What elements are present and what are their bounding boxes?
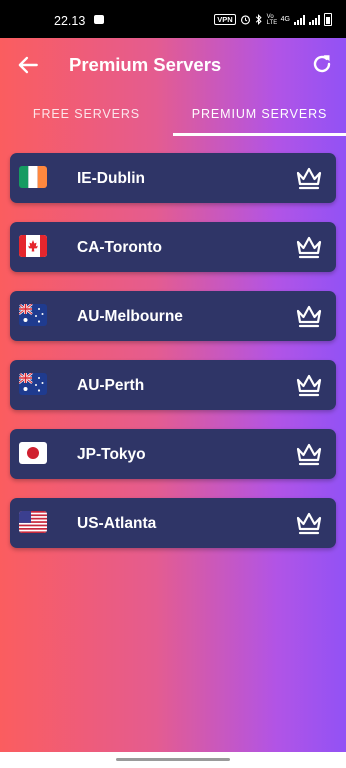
status-time: 22.13 [54, 14, 86, 28]
signal-icon [294, 14, 305, 25]
server-item-us-atlanta[interactable]: US-Atlanta [10, 498, 336, 548]
network-label: Vo LTE [266, 13, 278, 26]
app-bar: Premium Servers [0, 38, 346, 92]
server-item-au-perth[interactable]: AU-Perth [10, 360, 336, 410]
crown-icon [296, 374, 322, 397]
notification-icon [94, 15, 104, 24]
crown-icon [296, 443, 322, 466]
home-gesture-handle[interactable] [116, 758, 230, 761]
japan-flag-icon [19, 442, 47, 464]
canada-flag-icon [19, 235, 47, 257]
arrow-left-icon[interactable] [15, 52, 41, 78]
crown-icon [296, 236, 322, 259]
server-tabs: FREE SERVERS PREMIUM SERVERS [0, 92, 346, 136]
server-name: AU-Melbourne [77, 308, 183, 325]
server-item-jp-tokyo[interactable]: JP-Tokyo [10, 429, 336, 479]
server-name: JP-Tokyo [77, 446, 146, 463]
ireland-flag-icon [19, 166, 47, 188]
server-list: IE-Dublin CA-Toronto AU-Melbourne AU-Per… [10, 153, 336, 567]
usa-flag-icon [19, 511, 47, 533]
battery-icon [324, 13, 332, 26]
australia-flag-icon [19, 373, 47, 395]
tab-indicator [173, 133, 346, 136]
server-item-au-melbourne[interactable]: AU-Melbourne [10, 291, 336, 341]
tab-free-servers[interactable]: FREE SERVERS [0, 92, 173, 136]
tab-premium-servers[interactable]: PREMIUM SERVERS [173, 92, 346, 136]
navigation-bar [0, 752, 346, 768]
vpn-badge: VPN [214, 14, 236, 25]
refresh-icon[interactable] [310, 52, 334, 76]
australia-flag-icon [19, 304, 47, 326]
bluetooth-icon [255, 14, 262, 25]
crown-icon [296, 305, 322, 328]
crown-icon [296, 512, 322, 535]
alarm-icon [240, 15, 250, 25]
signal-icon-2 [309, 14, 320, 25]
crown-icon [296, 167, 322, 190]
server-name: IE-Dublin [77, 170, 146, 187]
server-name: CA-Toronto [77, 239, 162, 256]
server-name: AU-Perth [77, 377, 145, 394]
server-name: US-Atlanta [77, 515, 157, 532]
server-item-ie-dublin[interactable]: IE-Dublin [10, 153, 336, 203]
network-type: 4G [280, 16, 290, 23]
status-icons: VPN Vo LTE 4G [214, 13, 332, 26]
page-title: Premium Servers [69, 54, 222, 75]
status-bar: 22.13 VPN Vo LTE 4G [0, 0, 346, 38]
server-item-ca-toronto[interactable]: CA-Toronto [10, 222, 336, 272]
